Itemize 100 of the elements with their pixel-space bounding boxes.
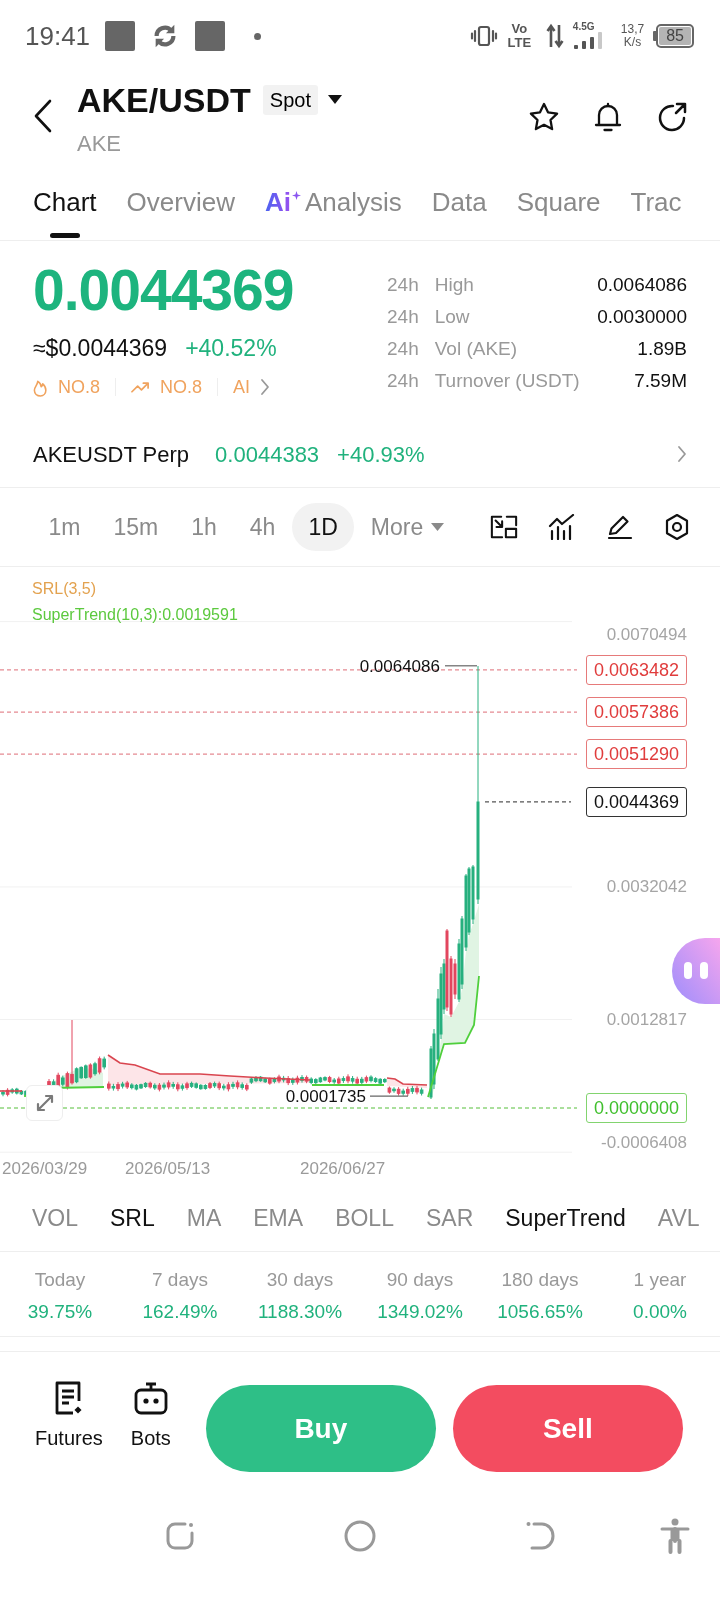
trend-rank-button[interactable]: NO.8 <box>131 375 203 399</box>
sell-button[interactable]: Sell <box>452 1385 683 1472</box>
pair-title: AKE/USDT <box>77 83 251 117</box>
return-value: 1349.02% <box>377 1300 463 1324</box>
indicator-tab[interactable]: VOL <box>32 1203 79 1232</box>
stat-period: 24h <box>387 336 419 361</box>
y-axis-label: -0.0006408 <box>600 1132 687 1154</box>
date-axis-label: 2026/03/29 <box>2 1158 88 1180</box>
stat-label: Vol (AKE) <box>434 336 518 361</box>
high-price-leader-line <box>444 665 478 667</box>
data-speed-unit: K/s <box>623 36 642 50</box>
chart-indicator-icon[interactable] <box>548 514 576 540</box>
data-arrows-icon <box>545 23 564 49</box>
timeframe-tab[interactable]: 4h <box>233 503 292 551</box>
date-axis-label: 2026/06/27 <box>300 1158 386 1180</box>
indicator-tab[interactable]: MA <box>186 1203 222 1232</box>
signal-bars-icon <box>572 32 603 50</box>
stat-period: 24h <box>387 272 419 297</box>
settings-icon[interactable] <box>664 513 690 541</box>
return-value: 1188.30% <box>257 1300 343 1324</box>
low-price-annotation: 0.0001735 <box>285 1088 366 1106</box>
return-period: 180 days <box>501 1268 579 1292</box>
indicator-tab[interactable]: EMA <box>253 1203 304 1232</box>
y-axis-label: 0.0012817 <box>606 1008 687 1031</box>
price-change: +40.52% <box>185 334 277 362</box>
expand-chart-button[interactable] <box>26 1085 63 1121</box>
trending-up-icon <box>131 380 150 394</box>
more-timeframes-button[interactable]: More <box>354 503 461 551</box>
perp-change: +40.93% <box>337 440 425 469</box>
ai-insight-button[interactable]: AI <box>233 375 271 399</box>
home-icon[interactable] <box>344 1520 376 1552</box>
star-icon[interactable] <box>528 101 560 133</box>
app-notification-icon <box>105 21 136 51</box>
stat-period: 24h <box>387 304 419 329</box>
tab[interactable]: Square <box>516 165 601 240</box>
stat-label: Turnover (USDT) <box>434 368 580 393</box>
base-asset-name: AKE <box>77 133 122 155</box>
network-type-label: 4.5G <box>572 22 595 32</box>
vibrate-icon <box>469 24 498 48</box>
back-navigation-icon[interactable] <box>524 1520 556 1552</box>
stat-period: 24h <box>387 368 419 393</box>
stat-value: 7.59M <box>634 368 687 393</box>
perp-name: AKEUSDT Perp <box>33 440 190 469</box>
y-axis-label: 0.0032042 <box>606 875 687 898</box>
tab[interactable]: Chart <box>33 165 97 240</box>
share-icon[interactable] <box>656 101 688 133</box>
futures-button[interactable]: Futures <box>35 1380 103 1450</box>
tab[interactable]: Data <box>431 165 487 240</box>
indicator-tab[interactable]: BOLL <box>335 1203 394 1232</box>
notification-dot-icon <box>254 32 262 40</box>
tab[interactable]: Trac <box>630 165 682 240</box>
return-value: 39.75% <box>27 1300 93 1324</box>
indicator-tab[interactable]: SRL <box>110 1203 155 1232</box>
timeframe-tab[interactable]: 1m <box>32 503 97 551</box>
date-axis-label: 2026/05/13 <box>125 1158 211 1180</box>
tab[interactable]: Overview <box>126 165 235 240</box>
timeframe-tab[interactable]: 15m <box>96 503 175 551</box>
resistance-price-label: 0.0051290 <box>585 739 687 770</box>
return-period: 90 days <box>386 1268 454 1292</box>
return-period: 1 year <box>633 1268 687 1292</box>
data-speed-value: 13,7 <box>620 22 645 36</box>
chevron-right-icon[interactable] <box>677 445 687 463</box>
resistance-price-label: 0.0063482 <box>585 654 687 685</box>
return-period: 7 days <box>152 1268 208 1292</box>
resistance-price-label: 0.0057386 <box>585 697 687 728</box>
bots-button[interactable]: Bots <box>130 1380 171 1450</box>
market-type-button[interactable]: Spot <box>262 85 318 115</box>
app-notification-icon <box>195 21 226 51</box>
return-period: 30 days <box>266 1268 334 1292</box>
back-icon[interactable] <box>33 99 53 133</box>
stat-label: High <box>434 272 474 297</box>
buy-button[interactable]: Buy <box>205 1385 436 1472</box>
return-value: 0.00% <box>633 1300 687 1324</box>
indicator-tab[interactable]: SAR <box>425 1203 474 1232</box>
hot-rank-button[interactable]: NO.8 <box>33 375 100 399</box>
robot-icon <box>132 1380 169 1416</box>
support-price-label: 0.0000000 <box>585 1093 687 1123</box>
indicator-tab[interactable]: SuperTrend <box>505 1203 626 1232</box>
window-arrow-icon[interactable] <box>490 514 518 540</box>
caret-down-icon[interactable] <box>327 95 342 105</box>
indicator-tab[interactable]: AVL <box>657 1203 700 1232</box>
last-price: 0.0044369 <box>33 262 294 319</box>
pencil-icon[interactable] <box>606 514 634 540</box>
return-value: 162.49% <box>142 1300 218 1324</box>
tab[interactable]: Ai Analysis <box>264 165 402 240</box>
srl-legend: SRL(3,5) <box>32 576 97 602</box>
bell-icon[interactable] <box>592 101 624 133</box>
chevron-right-icon <box>260 378 271 396</box>
return-value: 1056.65% <box>497 1300 583 1324</box>
high-price-annotation: 0.0064086 <box>359 657 440 676</box>
timeframe-tab[interactable]: 1D <box>291 503 355 551</box>
sparkle-icon <box>291 191 301 200</box>
last-price-label: 0.0044369 <box>585 786 687 817</box>
recent-apps-icon[interactable] <box>164 1520 196 1552</box>
clock-time: 19:41 <box>25 23 91 49</box>
accessibility-icon[interactable] <box>659 1518 691 1554</box>
volte-label: Vo LTE <box>506 22 533 50</box>
stat-value: 1.89B <box>637 336 687 361</box>
timeframe-tab[interactable]: 1h <box>174 503 234 551</box>
battery-percentage: 85 <box>659 27 691 45</box>
